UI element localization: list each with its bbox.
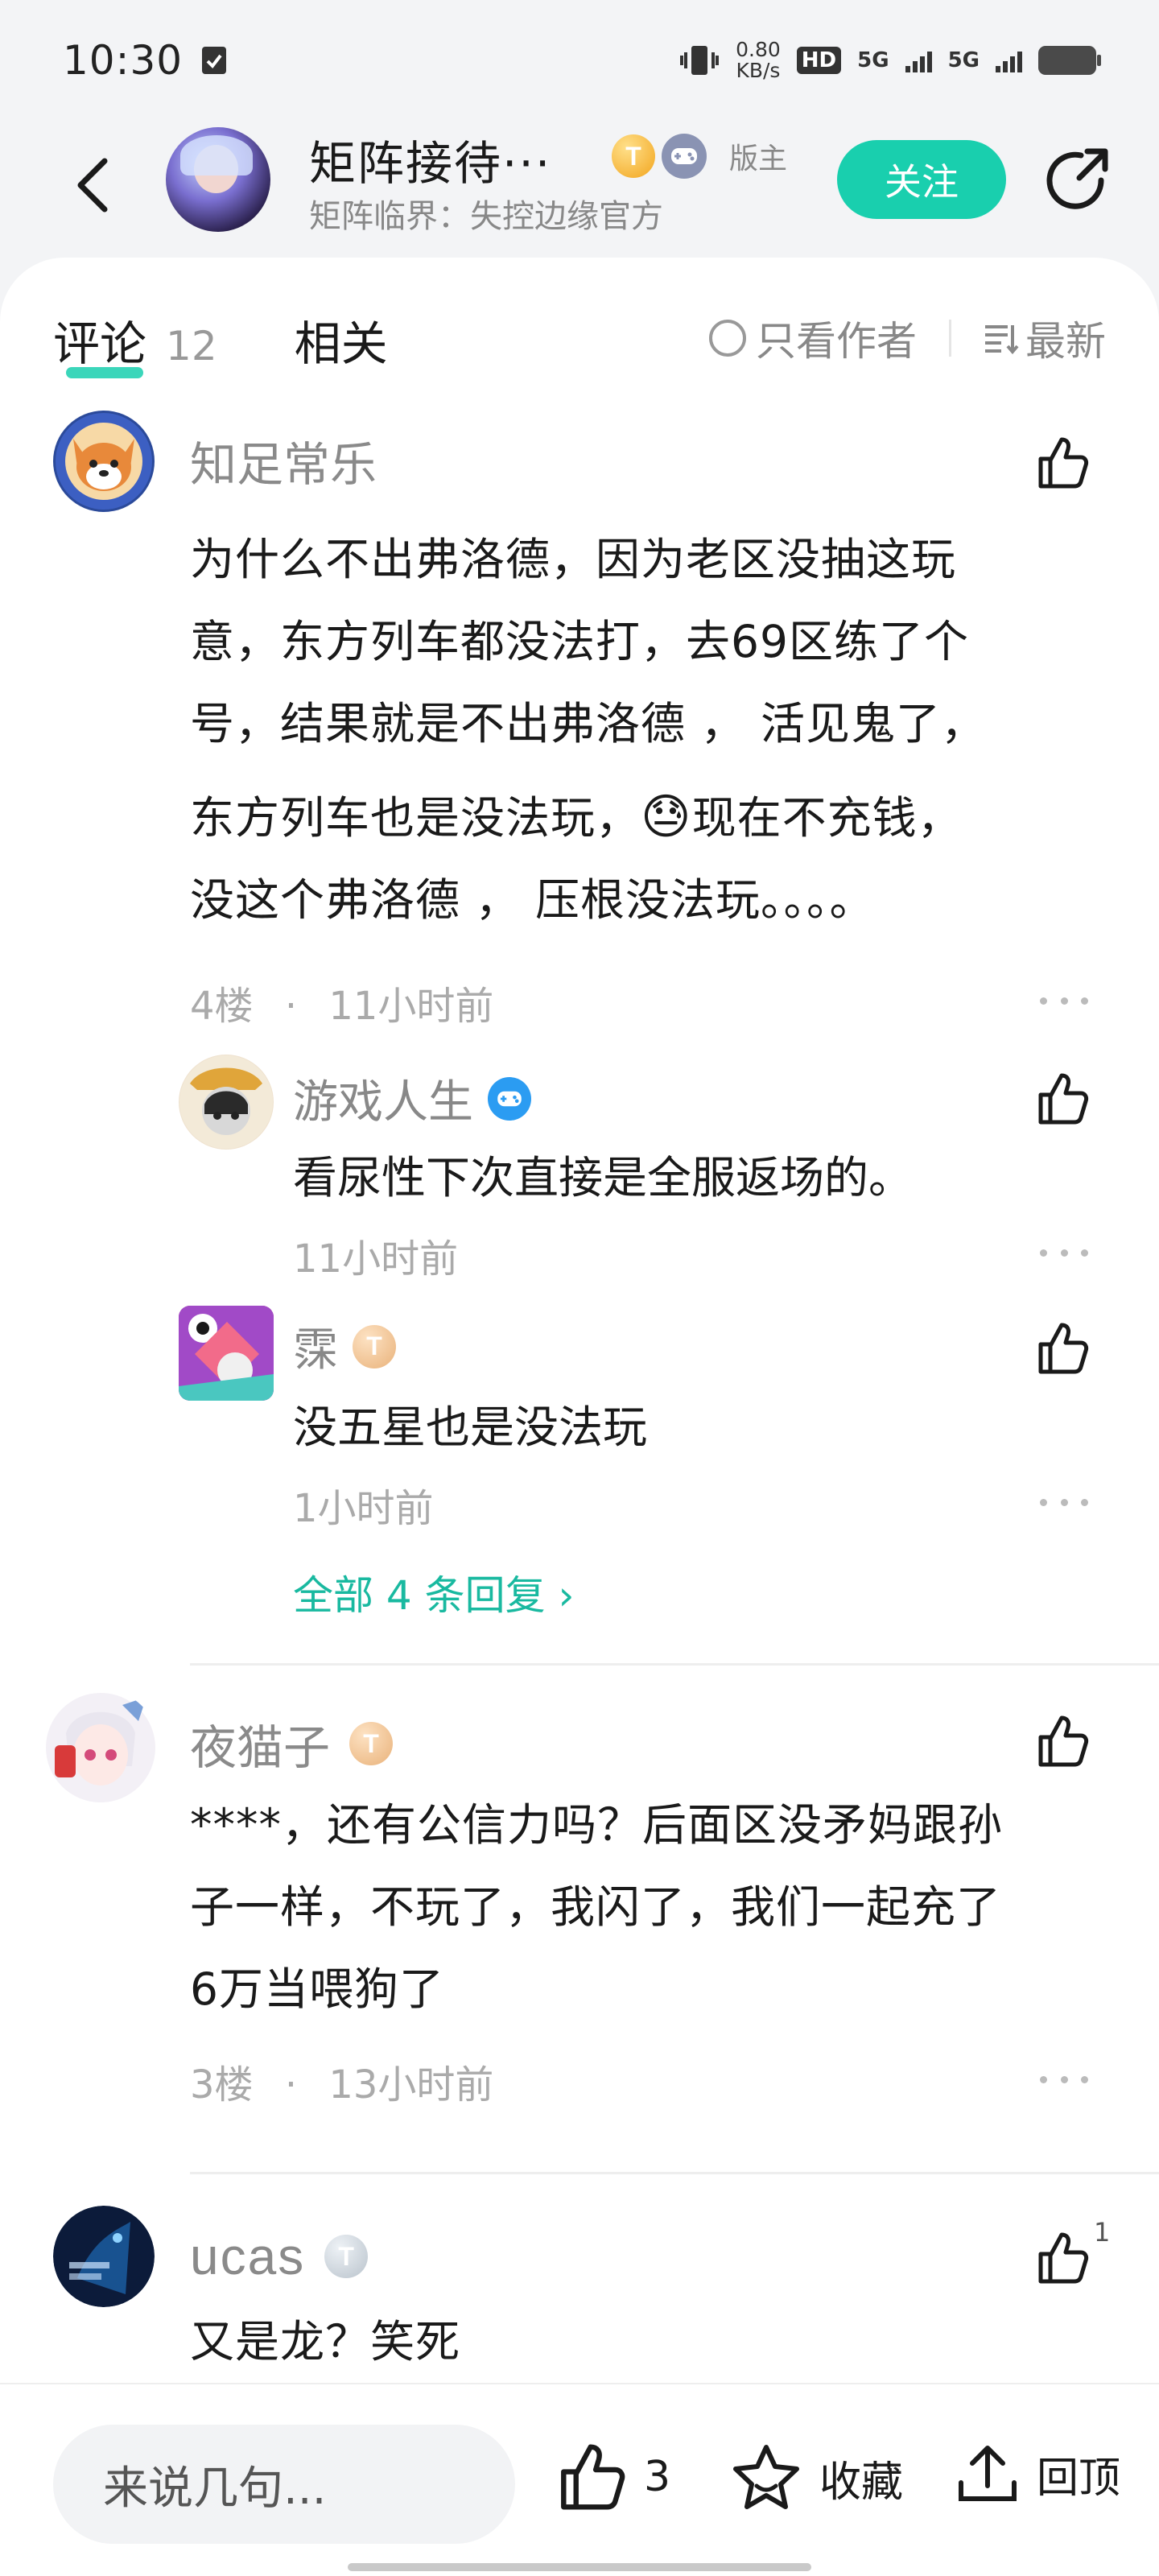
comment-filters: 只看作者 最新 xyxy=(709,309,1106,367)
vibrate-icon xyxy=(680,46,720,75)
gamepad-badge-icon xyxy=(662,134,707,179)
reply-username[interactable]: 游戏人生 xyxy=(293,1066,531,1131)
bottom-action-bar: 来说几句... 3 收藏 回顶 xyxy=(0,2383,1159,2576)
user-avatar[interactable] xyxy=(53,411,155,512)
home-indicator[interactable] xyxy=(348,2563,811,2571)
radio-circle-icon xyxy=(709,320,746,357)
sort-newest-button[interactable]: 最新 xyxy=(1025,309,1106,367)
moderator-label: 版主 xyxy=(729,142,788,175)
net-speed: 0.80 KB/s xyxy=(736,37,781,82)
follow-button[interactable]: 关注 xyxy=(837,140,1006,219)
more-options-icon[interactable] xyxy=(1040,1486,1088,1518)
tab-comments-count: 12 xyxy=(166,323,217,369)
collect-label: 收藏 xyxy=(819,2458,904,2507)
level-badge-icon: T xyxy=(349,1722,394,1765)
reply-time: 11小时前 xyxy=(293,1236,459,1282)
like-count: 1 xyxy=(1094,2217,1111,2248)
post-like-count: 3 xyxy=(644,2453,671,2501)
signal-icon-2 xyxy=(996,48,1022,72)
like-button[interactable]: 1 xyxy=(1026,2217,1110,2294)
chevron-left-icon xyxy=(77,158,108,213)
more-options-icon[interactable] xyxy=(1040,2063,1088,2095)
reply-avatar[interactable] xyxy=(179,1055,274,1150)
reply-avatar[interactable] xyxy=(179,1306,274,1401)
thumbs-up-icon xyxy=(1038,1323,1089,1374)
comment-username[interactable]: ucas T xyxy=(190,2227,369,2286)
comment-body: ****，还有公信力吗？后面区没矛妈跟孙 子一样，不玩了，我闪了，我们一起充了 … xyxy=(190,1799,1004,2015)
view-all-replies-link[interactable]: 全部 4 条回复 › xyxy=(293,1563,575,1621)
sweat-smile-emoji-icon: 😓 xyxy=(641,789,692,845)
comment-meta: 4楼 · 11小时前 xyxy=(190,984,494,1029)
thumbs-up-icon xyxy=(561,2444,625,2510)
comment-username[interactable]: 知足常乐 xyxy=(190,427,377,494)
floor-number: 4楼 xyxy=(190,984,254,1029)
gamepad-badge-icon xyxy=(488,1076,531,1121)
comment-body: 为什么不出弗洛德，因为老区没抽这玩 意，东方列车都没法打，去69区练了个 号，结… xyxy=(190,534,986,926)
comment-time: 13小时前 xyxy=(328,2062,494,2107)
thumbs-up-icon xyxy=(1038,1715,1089,1767)
comment-body: 又是龙？笑死 xyxy=(190,2316,461,2368)
author-badges: T 版主 xyxy=(612,134,787,179)
status-bar: 10:30 0.80 KB/s HD 5G 5G xyxy=(0,0,1159,121)
like-button[interactable] xyxy=(1026,1705,1099,1777)
like-post-button[interactable]: 3 xyxy=(555,2441,670,2513)
sim-notification-icon xyxy=(202,47,227,74)
back-button[interactable] xyxy=(56,149,129,221)
user-avatar[interactable] xyxy=(53,2206,155,2307)
like-button[interactable] xyxy=(1026,1312,1099,1385)
reply-body: 看尿性下次直接是全服返场的。 xyxy=(293,1152,914,1203)
back-to-top-label: 回顶 xyxy=(1037,2454,1121,2503)
level-badge-icon: T xyxy=(353,1324,396,1368)
comment-divider xyxy=(190,1663,1159,1666)
tab-related[interactable]: 相关 xyxy=(295,306,388,374)
author-avatar[interactable] xyxy=(166,127,270,232)
filter-divider xyxy=(949,320,951,357)
author-name[interactable]: 矩阵接待··· xyxy=(309,126,551,193)
signal-icon-1 xyxy=(905,48,932,72)
thumbs-up-icon xyxy=(1038,437,1089,489)
level-badge-icon: T xyxy=(612,134,655,178)
topic-header: 矩阵接待··· T 版主 矩阵临界：失控边缘官方 关注 xyxy=(0,121,1159,258)
status-time: 10:30 xyxy=(63,37,184,84)
user-avatar[interactable] xyxy=(42,1689,159,1806)
tab-bar: 评论 12 相关 xyxy=(53,306,388,378)
reply-username[interactable]: 霂 T xyxy=(293,1314,396,1379)
thumbs-up-icon xyxy=(1038,1073,1089,1125)
level-badge-icon: T xyxy=(324,2235,369,2278)
hd-icon: HD xyxy=(796,47,842,74)
comments-panel: 评论 12 相关 只看作者 最新 知足常乐 为什么不出弗洛德，因为老区没抽这玩 … xyxy=(0,258,1159,2383)
thumbs-up-icon xyxy=(1038,2232,1089,2284)
reply-time: 1小时前 xyxy=(293,1486,434,1531)
comment-input[interactable]: 来说几句... xyxy=(53,2425,515,2544)
upload-arrow-icon xyxy=(959,2446,1017,2501)
comment-meta: 3楼 · 13小时前 xyxy=(190,2062,494,2107)
author-only-toggle[interactable]: 只看作者 xyxy=(756,309,917,367)
share-icon xyxy=(1046,148,1108,209)
more-options-icon[interactable] xyxy=(1040,985,1088,1017)
battery-icon xyxy=(1038,46,1101,75)
sort-icon xyxy=(985,325,1019,354)
reply-body: 没五星也是没法玩 xyxy=(293,1402,648,1453)
share-button[interactable] xyxy=(1038,142,1116,219)
tab-comments[interactable]: 评论 xyxy=(53,306,146,378)
floor-number: 3楼 xyxy=(190,2062,254,2107)
like-button[interactable] xyxy=(1026,427,1099,499)
comment-username[interactable]: 夜猫子 T xyxy=(190,1710,394,1777)
comment-divider xyxy=(190,2172,1159,2174)
more-options-icon[interactable] xyxy=(1040,1236,1088,1269)
back-to-top-button[interactable]: 回顶 xyxy=(955,2441,1120,2507)
collect-button[interactable]: 收藏 xyxy=(729,2441,903,2515)
star-icon xyxy=(733,2445,799,2509)
network-5g-1: 5G xyxy=(857,48,889,72)
author-subtitle: 矩阵临界：失控边缘官方 xyxy=(309,198,663,235)
like-button[interactable] xyxy=(1026,1063,1099,1135)
comment-time: 11小时前 xyxy=(328,984,494,1029)
network-5g-2: 5G xyxy=(947,48,980,72)
